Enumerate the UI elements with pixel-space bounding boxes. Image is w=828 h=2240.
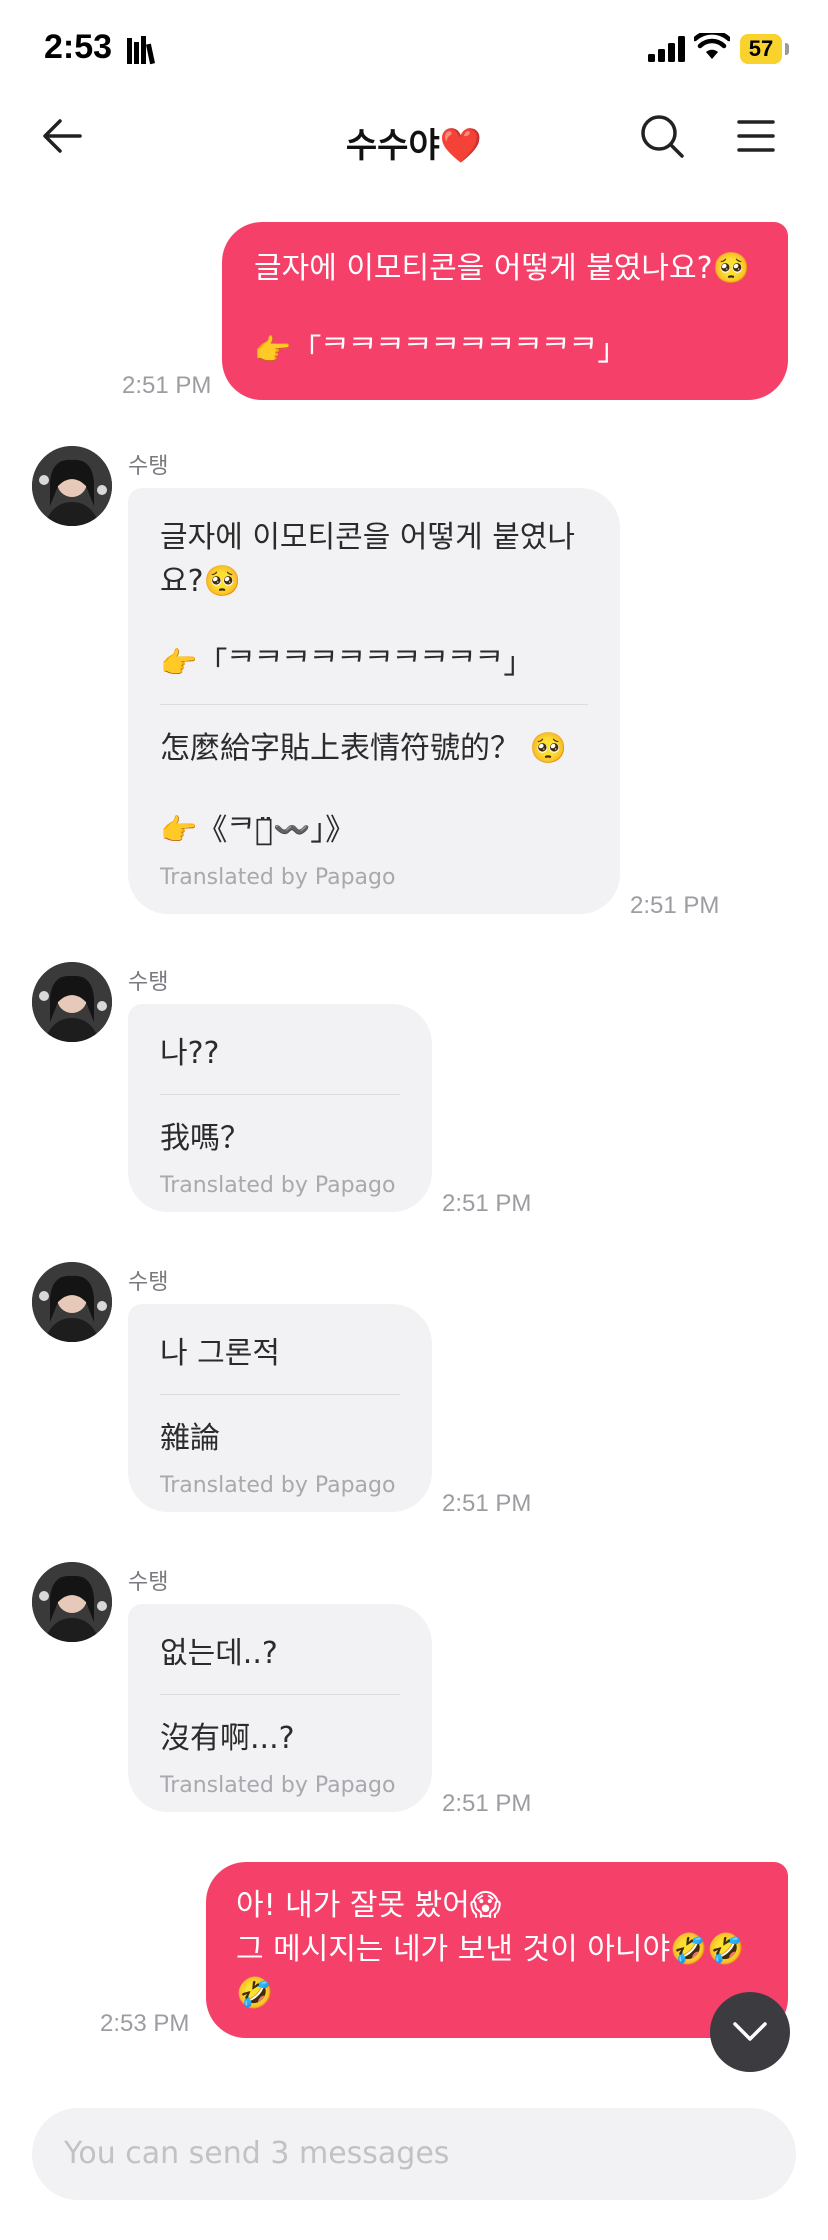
avatar-image xyxy=(32,446,112,526)
avatar[interactable] xyxy=(32,1562,112,1642)
incoming-message[interactable]: 없는데..? 沒有啊...? Translated by Papago xyxy=(128,1604,432,1812)
translated-text: 👉《ᄏᄏ̈̈̈〰️」》 xyxy=(160,813,356,848)
message-time: 2:51 PM xyxy=(630,892,720,919)
message-text: 없는데..? xyxy=(160,1636,278,1671)
avatar-image xyxy=(32,1262,112,1342)
translated-by-label: Translated by Papago xyxy=(160,865,396,890)
menu-icon[interactable] xyxy=(736,118,776,154)
translated-by-label: Translated by Papago xyxy=(160,1773,396,1798)
chevron-down-icon xyxy=(733,2022,767,2041)
message-text: 나?? xyxy=(160,1036,220,1071)
battery-tip xyxy=(785,43,789,55)
sender-name: 수탱 xyxy=(128,970,169,995)
message-text: 아! 내가 잘못 봤어😱 xyxy=(236,1888,502,1923)
message-text: 그 메시지는 네가 보낸 것이 아니야🤣🤣 xyxy=(236,1932,745,1967)
translation-divider xyxy=(160,1094,400,1095)
sender-name: 수탱 xyxy=(128,1270,169,1295)
wifi-icon xyxy=(694,33,730,59)
translated-text: 沒有啊...? xyxy=(160,1721,295,1756)
message-text: 👉「ᄏᄏᄏᄏᄏᄏᄏᄏᄏᄏ」 xyxy=(160,646,534,681)
message-time: 2:51 PM xyxy=(442,1190,532,1217)
chat-screen: 2:53 57 수수야❤️ 글자에 이모티콘을 어떻게 붙였나요?🥺 👉「ᄏᄏᄏ… xyxy=(0,0,828,2240)
translated-by-label: Translated by Papago xyxy=(160,1473,396,1498)
scroll-to-bottom-button[interactable] xyxy=(710,1992,790,2072)
status-bar: 2:53 57 xyxy=(0,0,828,100)
message-time: 2:51 PM xyxy=(442,1790,532,1817)
outgoing-message[interactable]: 아! 내가 잘못 봤어😱 그 메시지는 네가 보낸 것이 아니야🤣🤣 🤣 xyxy=(206,1862,788,2038)
translation-divider xyxy=(160,1694,400,1695)
message-text: 글자에 이모티콘을 어떻게 붙였나 xyxy=(160,520,576,555)
message-text xyxy=(254,292,756,328)
chat-title: 수수야❤️ xyxy=(345,126,483,166)
status-time: 2:53 xyxy=(44,28,113,66)
message-text: 나 그론적 xyxy=(160,1336,280,1371)
translated-text: 雜論 xyxy=(160,1421,220,1456)
message-input[interactable]: You can send 3 messages xyxy=(32,2108,796,2200)
chat-header: 수수야❤️ xyxy=(0,100,828,180)
message-time: 2:51 PM xyxy=(442,1490,532,1517)
avatar-image xyxy=(32,1562,112,1642)
translated-text: 怎麼給字貼上表情符號的？ 🥺 xyxy=(160,731,567,766)
search-icon[interactable] xyxy=(638,112,686,160)
message-time: 2:53 PM xyxy=(100,2010,190,2037)
translated-text xyxy=(160,771,588,809)
battery-indicator: 57 xyxy=(740,34,782,64)
back-arrow-icon[interactable] xyxy=(40,114,84,158)
avatar-image xyxy=(32,962,112,1042)
avatar[interactable] xyxy=(32,1262,112,1342)
incoming-message[interactable]: 글자에 이모티콘을 어떻게 붙였나 요?🥺 👉「ᄏᄏᄏᄏᄏᄏᄏᄏᄏᄏ」 怎麼給字… xyxy=(128,488,620,914)
outgoing-message[interactable]: 글자에 이모티콘을 어떻게 붙였나요?🥺 👉「ᄏᄏᄏᄏᄏᄏᄏᄏᄏᄏ」 xyxy=(222,222,788,400)
sender-name: 수탱 xyxy=(128,454,169,479)
avatar[interactable] xyxy=(32,962,112,1042)
translation-divider xyxy=(160,1394,400,1395)
message-text: 👉「ᄏᄏᄏᄏᄏᄏᄏᄏᄏᄏ」 xyxy=(254,333,628,368)
sender-name: 수탱 xyxy=(128,1570,169,1595)
avatar[interactable] xyxy=(32,446,112,526)
books-icon xyxy=(127,36,156,65)
translation-divider xyxy=(160,704,588,705)
message-text: 🤣 xyxy=(236,1976,274,2011)
message-time: 2:51 PM xyxy=(122,372,212,399)
message-text: 글자에 이모티콘을 어떻게 붙였나요?🥺 xyxy=(254,251,750,286)
message-text: 요?🥺 xyxy=(160,564,241,599)
signal-icon xyxy=(648,36,685,62)
incoming-message[interactable]: 나 그론적 雜論 Translated by Papago xyxy=(128,1304,432,1512)
translated-by-label: Translated by Papago xyxy=(160,1173,396,1198)
translated-text: 我嗎？ xyxy=(160,1121,250,1156)
incoming-message[interactable]: 나?? 我嗎？ Translated by Papago xyxy=(128,1004,432,1212)
message-text xyxy=(160,604,588,642)
